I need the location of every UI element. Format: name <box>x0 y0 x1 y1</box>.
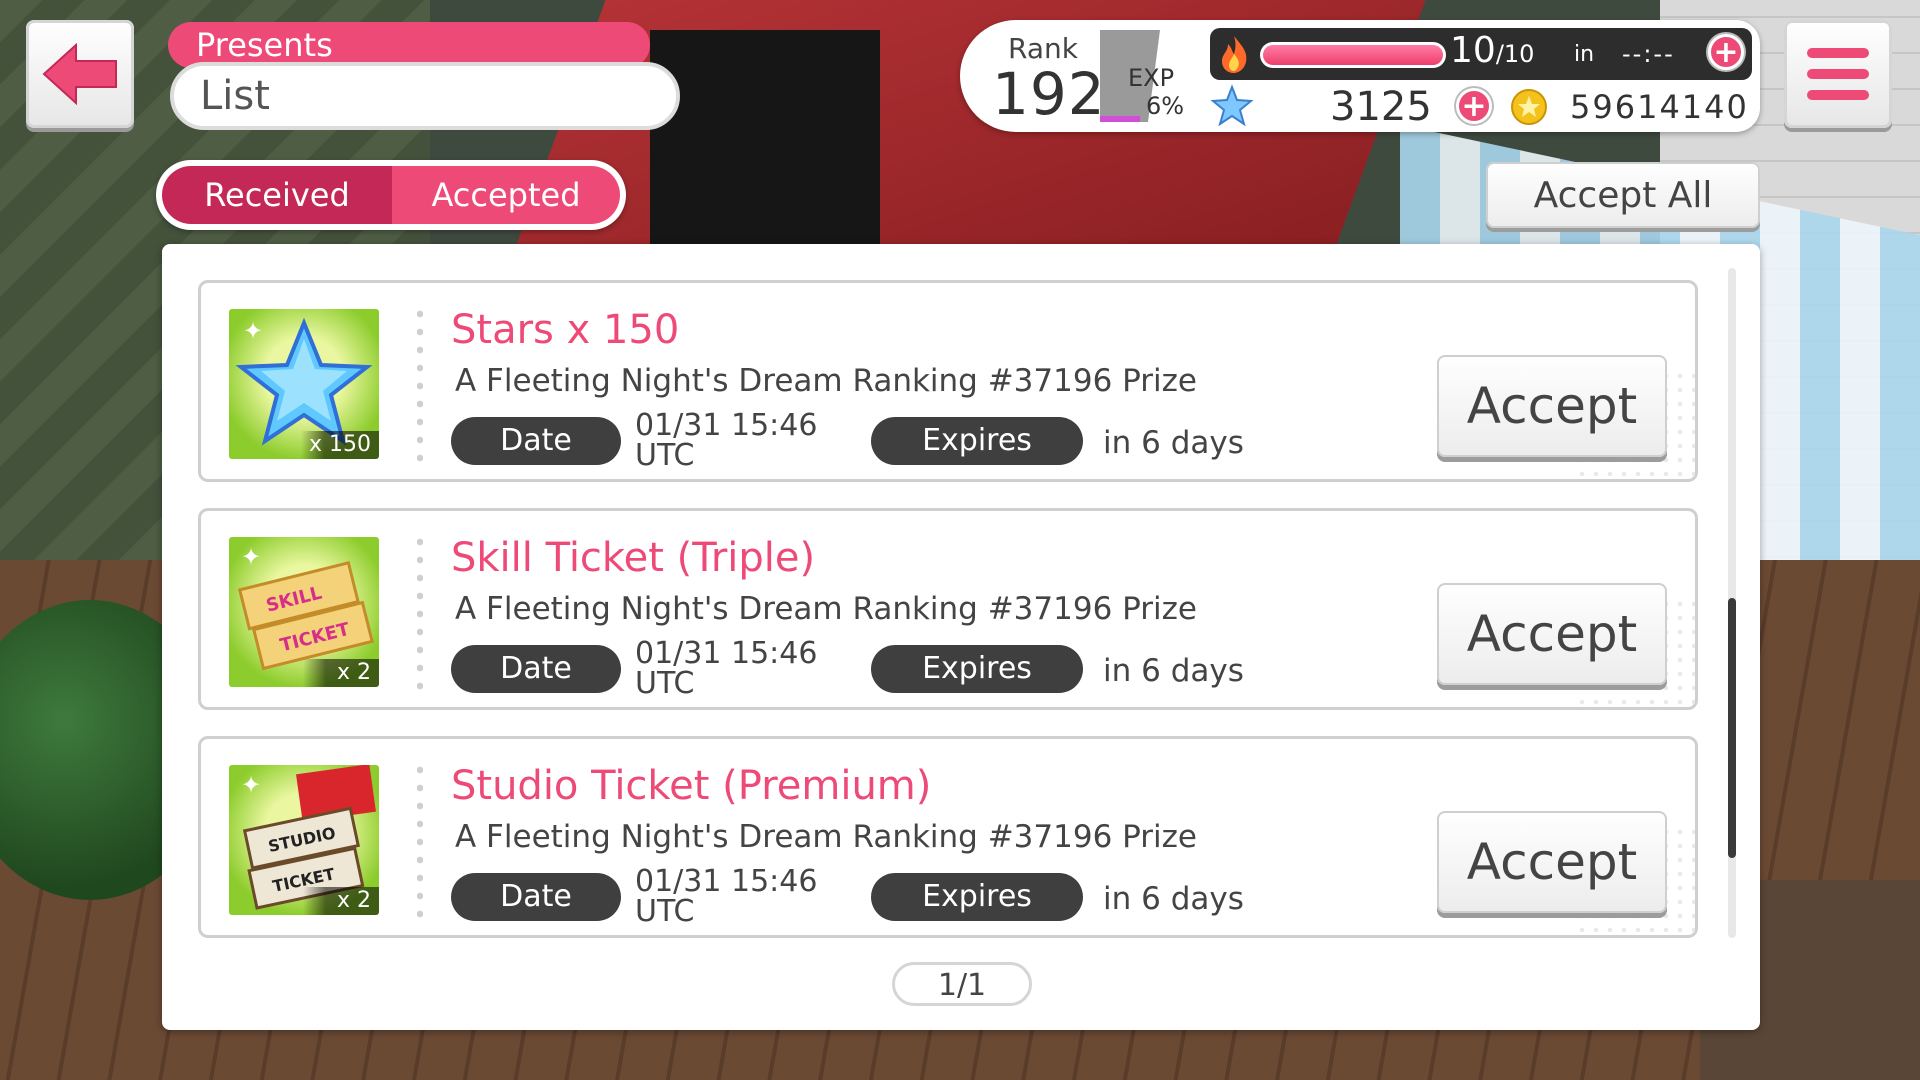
exp-label: EXP <box>1128 64 1175 92</box>
plus-icon: + <box>1713 35 1739 70</box>
date-value: 01/31 15:46 UTC <box>635 639 817 699</box>
item-source: A Fleeting Night's Dream Ranking #37196 … <box>455 819 1198 855</box>
item-quantity: x 2 <box>303 887 379 915</box>
expires-label: Expires <box>871 873 1083 921</box>
menu-button[interactable] <box>1784 20 1892 128</box>
recover-timer: --:-- <box>1622 40 1675 68</box>
recover-in-label: in <box>1574 42 1595 67</box>
exp-gauge-fill <box>1100 116 1140 122</box>
present-tabs: Received Accepted <box>156 160 626 230</box>
back-button[interactable] <box>26 20 134 128</box>
rank-value: 192 <box>992 60 1106 128</box>
accept-button[interactable]: Accept <box>1437 583 1667 685</box>
date-value: 01/31 15:46 UTC <box>635 867 817 927</box>
date-value: 01/31 15:46 UTC <box>635 411 817 471</box>
back-arrow-icon <box>42 43 117 105</box>
present-list-panel: ✦ x 150 Stars x 150 A Fleeting Night's D… <box>162 244 1760 1030</box>
coins-count: 59614140 <box>1570 88 1749 126</box>
screen-title: Presents List <box>168 20 688 132</box>
accept-button[interactable]: Accept <box>1437 355 1667 457</box>
player-status-panel: Rank 192 EXP 6% 10/10 in --:-- + 3125 + … <box>960 20 1760 132</box>
date-time: 01/31 15:46 <box>635 636 818 671</box>
exp-percent: 6% <box>1146 92 1185 120</box>
tab-received[interactable]: Received <box>162 166 392 224</box>
expires-value: in 6 days <box>1103 881 1244 917</box>
scrollbar[interactable] <box>1728 268 1736 938</box>
accept-all-button[interactable]: Accept All <box>1486 162 1760 228</box>
svg-text:✦: ✦ <box>241 771 261 799</box>
item-thumbnail: ✦ x 150 <box>229 309 379 459</box>
stamina-max: /10 <box>1495 40 1535 68</box>
page-indicator: 1/1 <box>892 962 1032 1006</box>
present-item: ✦ x 150 Stars x 150 A Fleeting Night's D… <box>198 280 1698 482</box>
date-label: Date <box>451 873 621 921</box>
present-item: STUDIO TICKET ✦ x 2 Studio Ticket (Premi… <box>198 736 1698 938</box>
fire-icon <box>1222 36 1247 73</box>
stamina-count: 10/10 <box>1450 30 1534 71</box>
item-thumbnail: STUDIO TICKET ✦ x 2 <box>229 765 379 915</box>
item-name: Skill Ticket (Triple) <box>451 535 816 581</box>
add-stamina-button[interactable]: + <box>1708 34 1744 70</box>
item-quantity: x 150 <box>300 431 379 459</box>
present-list[interactable]: ✦ x 150 Stars x 150 A Fleeting Night's D… <box>198 280 1698 952</box>
tab-accepted[interactable]: Accepted <box>392 166 620 224</box>
dotted-divider <box>417 533 423 693</box>
dotted-divider <box>417 761 423 921</box>
item-quantity: x 2 <box>303 659 379 687</box>
plus-icon: + <box>1461 89 1487 124</box>
star-currency-icon <box>1210 84 1254 127</box>
page-title: List <box>170 62 680 130</box>
date-time: 01/31 15:46 <box>635 408 818 443</box>
stars-count: 3125 <box>1330 84 1432 130</box>
stamina-bar-fill <box>1263 45 1443 65</box>
stamina-current: 10 <box>1450 30 1496 71</box>
add-stars-button[interactable]: + <box>1456 88 1492 124</box>
expires-label: Expires <box>871 645 1083 693</box>
accept-button[interactable]: Accept <box>1437 811 1667 913</box>
expires-value: in 6 days <box>1103 653 1244 689</box>
expires-label: Expires <box>871 417 1083 465</box>
date-timezone: UTC <box>635 438 695 473</box>
date-time: 01/31 15:46 <box>635 864 818 899</box>
date-label: Date <box>451 645 621 693</box>
date-timezone: UTC <box>635 894 695 929</box>
coin-icon <box>1511 89 1547 125</box>
stamina-bar <box>1260 42 1446 68</box>
date-label: Date <box>451 417 621 465</box>
item-thumbnail: SKILL TICKET ✦ x 2 <box>229 537 379 687</box>
item-name: Studio Ticket (Premium) <box>451 763 932 809</box>
dotted-divider <box>417 305 423 465</box>
hamburger-menu-icon <box>1807 48 1869 100</box>
present-item: SKILL TICKET ✦ x 2 Skill Ticket (Triple)… <box>198 508 1698 710</box>
svg-text:✦: ✦ <box>241 543 261 571</box>
item-name: Stars x 150 <box>451 307 680 353</box>
item-source: A Fleeting Night's Dream Ranking #37196 … <box>455 363 1198 399</box>
expires-value: in 6 days <box>1103 425 1244 461</box>
svg-text:✦: ✦ <box>243 317 263 345</box>
date-timezone: UTC <box>635 666 695 701</box>
item-source: A Fleeting Night's Dream Ranking #37196 … <box>455 591 1198 627</box>
scrollbar-thumb[interactable] <box>1728 598 1736 858</box>
